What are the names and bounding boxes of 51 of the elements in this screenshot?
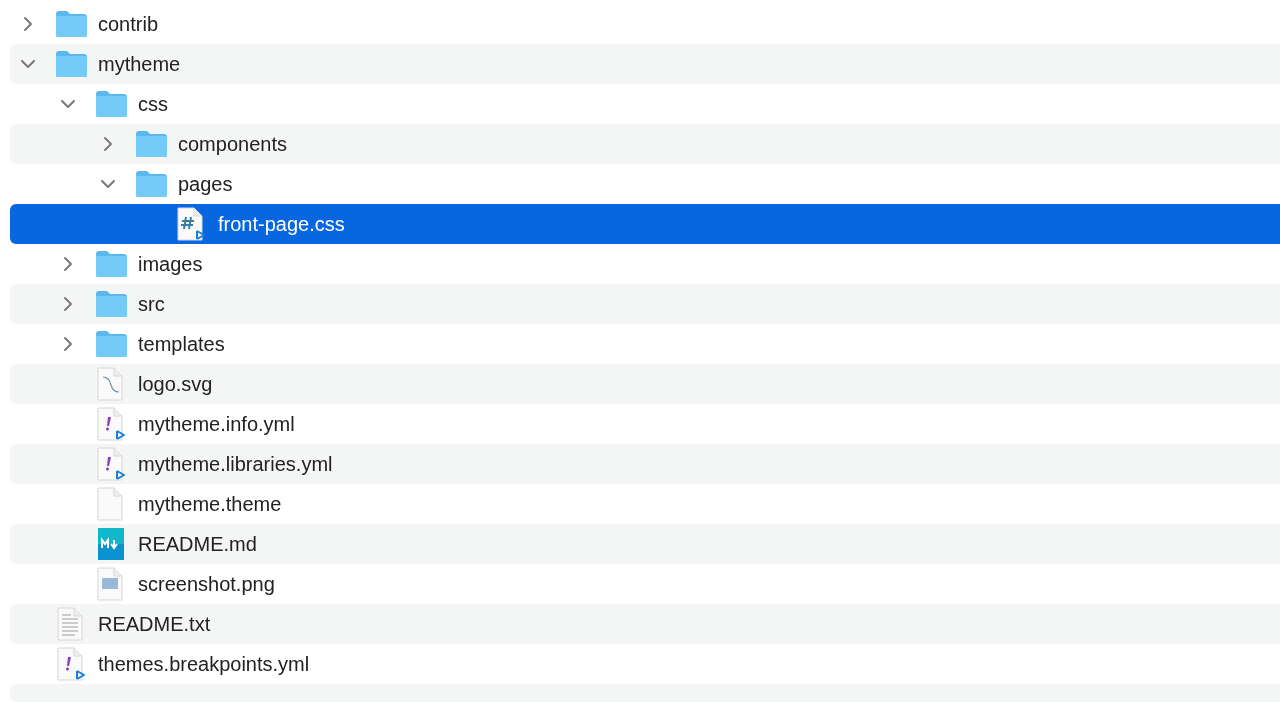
folder-icon [134,130,168,158]
file-name: components [178,132,287,156]
file-name: mytheme.libraries.yml [138,452,333,476]
file-name: images [138,252,203,276]
file-name: front-page.css [218,212,345,236]
file-row[interactable]: README.txt [10,604,1280,644]
text-file-icon [57,607,85,641]
file-name: mytheme.info.yml [138,412,295,436]
file-row[interactable]: mytheme.libraries.yml [10,444,1280,484]
file-row[interactable]: src [10,284,1280,324]
file-name: src [138,292,165,316]
file-row[interactable]: images [10,244,1280,284]
file-name: logo.svg [138,372,213,396]
file-row[interactable]: components [10,124,1280,164]
svg-file-icon [97,367,125,401]
blank-file-icon [97,487,125,521]
file-name: mytheme.theme [138,492,282,516]
file-row[interactable]: pages [10,164,1280,204]
file-row[interactable]: logo.svg [10,364,1280,404]
file-row[interactable]: contrib [10,4,1280,44]
file-row[interactable]: mytheme.info.yml [10,404,1280,444]
folder-icon [54,50,88,78]
file-row[interactable]: screenshot.png [10,564,1280,604]
folder-icon [54,10,88,38]
file-name: pages [178,172,233,196]
yaml-file-icon [97,407,125,441]
folder-icon [94,330,128,358]
file-row[interactable]: mytheme.theme [10,484,1280,524]
file-row[interactable]: mytheme [10,44,1280,84]
file-name: README.txt [98,612,211,636]
file-row[interactable]: css [10,84,1280,124]
file-name: themes.breakpoints.yml [98,652,310,676]
file-row[interactable]: front-page.css [10,204,1280,244]
file-name: templates [138,332,225,356]
file-row[interactable]: themes.breakpoints.yml [10,644,1280,684]
folder-icon [94,250,128,278]
folder-icon [94,290,128,318]
folder-icon [94,90,128,118]
file-name: css [138,92,168,116]
markdown-file-icon [98,528,124,560]
yaml-file-icon [97,447,125,481]
file-name: contrib [98,12,159,36]
file-name: README.md [138,532,257,556]
file-name: screenshot.png [138,572,275,596]
css-file-icon [177,207,205,241]
yaml-file-icon [57,647,85,681]
file-row[interactable]: templates [10,324,1280,364]
folder-icon [134,170,168,198]
image-file-icon [97,567,125,601]
file-name: mytheme [98,52,181,76]
file-row[interactable]: README.md [10,524,1280,564]
